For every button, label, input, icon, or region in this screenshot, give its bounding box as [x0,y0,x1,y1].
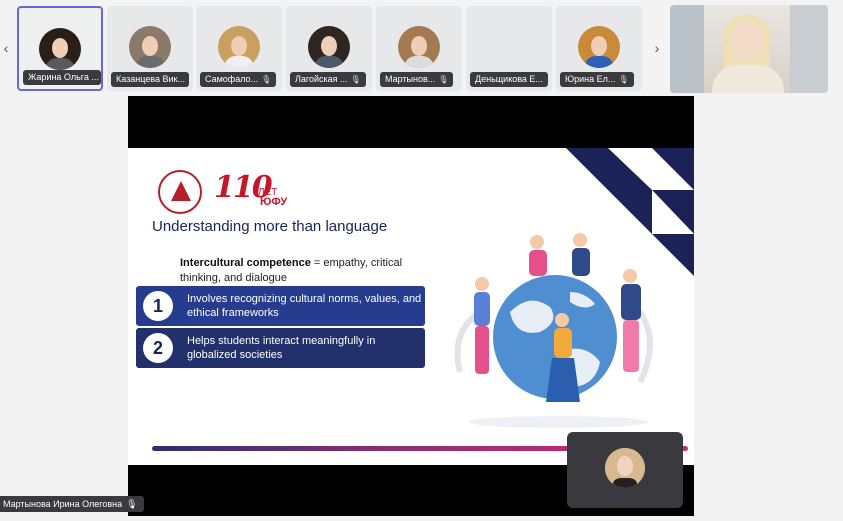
mic-muted-icon: 🎙 [546,72,548,87]
avatar [129,26,171,68]
participant-name: Самофало... [205,74,259,84]
point-1: 1 Involves recognizing cultural norms, v… [136,286,425,326]
participant-name-label: Юрина Ел... 🎙 [560,72,634,87]
background-window [790,5,828,93]
competence-definition: Intercultural competence = empathy, crit… [180,256,420,286]
chevron-right-icon[interactable]: › [651,38,663,58]
participant-tile[interactable]: Лагойская ... 🎙 [286,6,372,91]
participant-tile[interactable]: Самофало... 🎙 [196,6,282,91]
avatar [578,26,620,68]
presentation-slide: 110 ЛЕТ ЮФУ Understanding more than lang… [128,148,694,465]
participant-tile[interactable]: Мартынов... 🎙 [376,6,462,91]
mic-muted-icon: 🎙 [618,75,629,84]
participant-name: Юрина Ел... [565,74,616,84]
avatar [218,26,260,68]
participant-strip: ‹ Жарина Ольга ...🎙Казанцева Вик...🎙Само… [0,0,843,96]
point-text: Helps students interact meaningfully in … [187,335,376,361]
participant-tile[interactable]: Деньщикова Е...🎙 [466,6,552,91]
mic-muted-icon: 🎙 [350,75,361,84]
participant-name: Лагойская ... [295,74,348,84]
speaker-face [730,21,764,61]
globe-people-illustration [454,233,653,428]
mic-muted-icon: 🎙 [126,499,138,509]
participant-name-label: Мартынов... 🎙 [380,72,454,87]
self-avatar [605,448,645,488]
participant-name: Мартынов... [385,74,436,84]
participant-name-label: Казанцева Вик...🎙 [111,72,189,87]
participant-name: Жарина Ольга ... [28,72,99,82]
slide-title: Understanding more than language [152,218,388,235]
avatar [308,26,350,68]
avatar [39,28,81,70]
point-2: 2 Helps students interact meaningfully i… [136,328,425,368]
point-text: Involves recognizing cultural norms, val… [187,293,422,319]
presenter-name: Мартынова Ирина Олеговна [3,499,123,509]
participant-name-label: Лагойская ... 🎙 [290,72,366,87]
point-number: 1 [143,291,173,321]
meeting-window: ‹ Жарина Ольга ...🎙Казанцева Вик...🎙Само… [0,0,843,521]
mic-muted-icon: 🎙 [438,75,449,84]
participant-name-label: Деньщикова Е...🎙 [470,72,548,87]
chevron-left-icon[interactable]: ‹ [0,38,12,58]
participant-name: Казанцева Вик... [116,74,185,84]
participant-tile[interactable]: Юрина Ел... 🎙 [556,6,642,91]
background-window [670,5,704,93]
competence-term: Intercultural competence [180,257,311,269]
participant-name: Деньщикова Е... [475,74,543,84]
self-view-tile[interactable] [567,432,683,508]
mic-muted-icon: 🎙 [188,72,189,87]
mic-muted-icon: 🎙 [261,75,272,84]
participant-name-label: Самофало... 🎙 [200,72,277,87]
participant-name-label: Жарина Ольга ...🎙 [23,70,101,85]
speaker-video-tile[interactable] [670,5,828,93]
anniversary-logo-sfedu: ЮФУ [260,196,288,208]
shared-screen: 110 ЛЕТ ЮФУ Understanding more than lang… [128,96,694,516]
participant-tile[interactable]: Жарина Ольга ...🎙 [17,6,103,91]
participant-tile[interactable]: Казанцева Вик...🎙 [107,6,193,91]
presenter-name-label: Мартынова Ирина Олеговна 🎙 [0,496,144,512]
speaker-body [712,65,784,93]
point-number: 2 [143,333,173,363]
university-emblem [158,170,202,214]
avatar [398,26,440,68]
